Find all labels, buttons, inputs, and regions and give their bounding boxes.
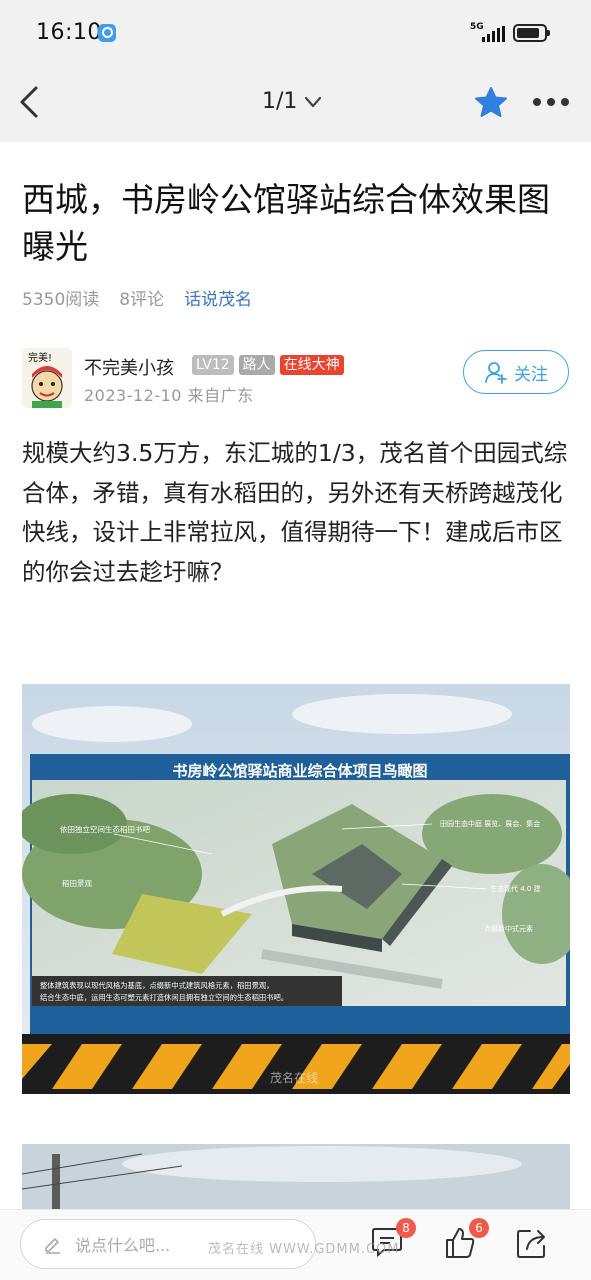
follow-button[interactable]: 关注 [463, 350, 569, 394]
site-watermark: 茂名在线 WWW.GDMM.COM [208, 1242, 400, 1257]
comment-count-badge: 8 [396, 1218, 416, 1238]
avatar-text: 完美! [28, 351, 52, 364]
image-caption-2: 结合生态中庭，运用生态可塑元素打造休闲且拥有独立空间的生态稻田书吧。 [40, 993, 288, 1002]
post-title: 西城，书房岭公馆驿站综合体效果图曝光 [22, 180, 550, 266]
post-meta: 5350阅读 8评论 话说茂名 [22, 285, 252, 310]
like-count-badge: 6 [469, 1218, 489, 1238]
post-body: 规模大约3.5万方，东汇城的1/3，茂名首个田园式综合体，矛错，真有水稻田的，另… [22, 439, 568, 586]
image-label: 生态现代 4.0 建 [490, 884, 541, 893]
pencil-icon [45, 1238, 60, 1254]
status-time: 16:10 [36, 20, 102, 45]
post-image[interactable] [22, 1144, 570, 1214]
topic-link[interactable]: 话说茂名 [184, 285, 252, 310]
image-label: 点缀新中式元素 [484, 924, 533, 933]
image-label: 稻田景观 [62, 878, 92, 888]
dot-icon [561, 98, 569, 106]
rendering-photo: 书房岭公馆驿站商业综合体项目鸟瞰图 依田独立空间生态稻田书吧 稻田景观 田园生态… [22, 684, 570, 1094]
post-date-location: 2023-12-10 来自广东 [84, 386, 254, 405]
favorite-button[interactable] [474, 86, 508, 118]
signal-icon: 5G [470, 22, 506, 44]
image-label: 田园生态中庭 展览、展会、集会 [440, 819, 540, 828]
top-nav: 1/1 [0, 62, 591, 142]
add-user-icon [485, 362, 507, 384]
share-button[interactable] [515, 1226, 551, 1262]
post-image[interactable]: 书房岭公馆驿站商业综合体项目鸟瞰图 依田独立空间生态稻田书吧 稻田景观 田园生态… [22, 684, 570, 1094]
comment-count: 8评论 [119, 290, 165, 310]
dot-icon [533, 98, 541, 106]
author-badges: LV12 路人 在线大神 [192, 355, 344, 375]
image-label: 依田独立空间生态稻田书吧 [60, 824, 150, 834]
back-arrow-icon [20, 86, 38, 118]
second-photo [22, 1144, 570, 1214]
back-button[interactable] [14, 84, 48, 120]
share-icon [517, 1230, 545, 1258]
page-selector[interactable]: 1/1 [262, 89, 323, 114]
page-indicator-text: 1/1 [262, 89, 298, 114]
role-badge: 路人 [238, 355, 275, 375]
avatar[interactable]: 完美! [22, 348, 72, 408]
dot-icon [547, 98, 555, 106]
honor-badge: 在线大神 [279, 355, 344, 375]
battery-icon [513, 24, 550, 42]
image-caption-1: 整体建筑表现以现代风格为基底，点缀新中式建筑风格元素，稻田景观， [40, 981, 274, 990]
level-badge: LV12 [192, 355, 234, 375]
like-button[interactable]: 6 [443, 1218, 489, 1262]
star-icon [475, 87, 507, 117]
follow-label: 关注 [514, 364, 548, 385]
comment-placeholder: 说点什么吧... [75, 1236, 171, 1255]
read-count: 5350阅读 [22, 290, 100, 310]
banner-title: 书房岭公馆驿站商业综合体项目鸟瞰图 [172, 762, 427, 780]
avatar-image: 完美! [22, 348, 72, 408]
image-watermark: 茂名在线 [270, 1070, 318, 1085]
chevron-down-icon [305, 96, 322, 107]
more-options-button[interactable] [533, 98, 573, 108]
search-app-icon [98, 24, 116, 42]
status-bar: 16:10 5G [0, 0, 591, 62]
author-name[interactable]: 不完美小孩 [84, 354, 174, 380]
